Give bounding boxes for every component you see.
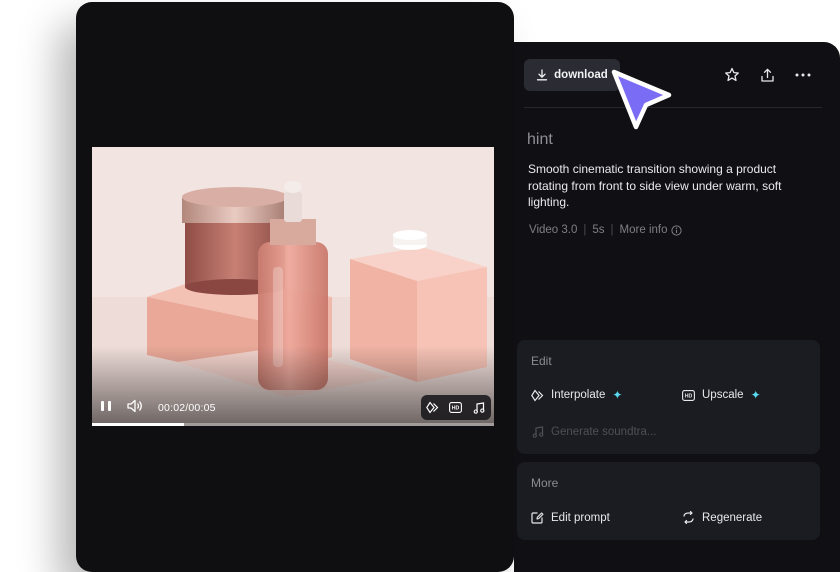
music-note-icon [473, 401, 485, 414]
interpolate-icon [426, 401, 439, 414]
edit-card: Edit Interpolate ✦ HD Upscale ✦ Generate… [517, 340, 820, 454]
svg-text:HD: HD [452, 406, 460, 412]
generation-meta: Video 3.0 | 5s | More info [529, 224, 683, 236]
meta-separator: | [583, 224, 587, 236]
video-frame[interactable]: 00:02/00:05 HD [92, 147, 494, 426]
sparkle-icon: ✦ [612, 388, 623, 402]
video-player-panel: 00:02/00:05 HD [76, 2, 514, 572]
music-note-icon [531, 425, 544, 438]
interpolate-label: Interpolate [551, 389, 606, 401]
download-label: download [554, 69, 608, 81]
hd-icon: HD [682, 389, 695, 402]
soundtrack-tool-button[interactable] [472, 401, 486, 415]
upscale-button[interactable]: HD Upscale ✦ [682, 388, 761, 402]
share-icon [760, 68, 774, 82]
volume-icon [127, 399, 142, 413]
hd-tool-button[interactable]: HD [449, 401, 463, 415]
volume-button[interactable] [127, 398, 145, 414]
regenerate-label: Regenerate [702, 511, 763, 524]
more-icon [795, 73, 811, 77]
star-icon [725, 67, 739, 82]
meta-separator: | [610, 224, 614, 236]
svg-text:HD: HD [685, 393, 693, 399]
favorite-button[interactable] [723, 66, 741, 84]
more-info-label: More info [619, 224, 668, 236]
generate-soundtrack-label: Generate soundtra... [551, 425, 657, 438]
duration: 5s [592, 224, 605, 236]
pointer-cursor-icon [611, 69, 672, 130]
share-button[interactable] [758, 66, 776, 84]
more-card-title: More [531, 476, 559, 490]
pause-button[interactable] [101, 399, 117, 413]
hd-icon: HD [449, 402, 463, 413]
upscale-label: Upscale [702, 389, 744, 401]
download-button[interactable]: download [524, 59, 620, 91]
more-options-button[interactable] [794, 66, 812, 84]
download-icon [537, 69, 548, 81]
edit-prompt-button[interactable]: Edit prompt [531, 511, 610, 524]
progress-bar[interactable] [92, 423, 494, 426]
more-card: More Edit prompt Regenerate [517, 462, 820, 540]
regenerate-button[interactable]: Regenerate [682, 511, 762, 524]
pause-icon [101, 401, 111, 411]
video-tool-tray: HD [421, 395, 491, 420]
more-info-link[interactable]: More info [620, 224, 683, 236]
interpolate-icon [531, 388, 544, 402]
generate-soundtrack-button[interactable]: Generate soundtra... [531, 425, 656, 438]
regenerate-icon [682, 511, 695, 524]
info-icon [671, 224, 683, 236]
edit-prompt-label: Edit prompt [551, 511, 610, 524]
interpolate-tool-button[interactable] [426, 401, 440, 415]
prompt-text: Smooth cinematic transition showing a pr… [528, 162, 782, 209]
hint-label: hint [527, 131, 553, 148]
progress-fill [92, 423, 185, 426]
time-readout: 00:02/00:05 [158, 402, 216, 414]
sparkle-icon: ✦ [750, 388, 761, 402]
edit-icon [531, 511, 544, 524]
details-panel: download hint Smooth cinematic transitio… [514, 42, 840, 572]
model-name: Video 3.0 [529, 224, 578, 236]
edit-card-title: Edit [531, 354, 552, 368]
interpolate-button[interactable]: Interpolate ✦ [531, 388, 622, 402]
